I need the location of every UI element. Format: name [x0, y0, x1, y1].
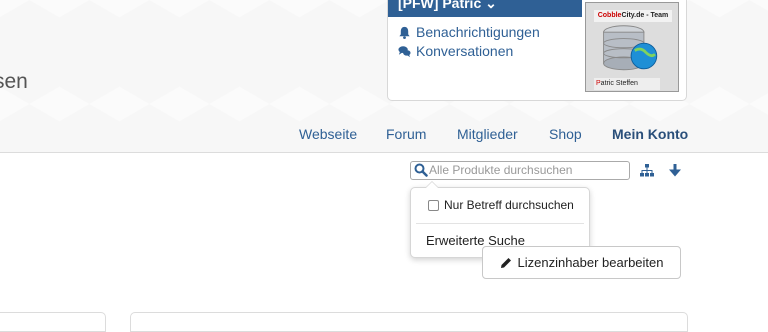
content-panel-right — [130, 312, 688, 332]
avatar[interactable]: CobbleCity.de - Team Patric Steffen — [583, 0, 685, 99]
edit-licensee-label: Lizenzinhaber bearbeiten — [517, 255, 664, 270]
chevron-down-icon: ⌄ — [485, 0, 497, 11]
site-title: sen — [0, 70, 28, 93]
edit-licensee-button[interactable]: Lizenzinhaber bearbeiten — [482, 246, 681, 279]
title-only-label[interactable]: Nur Betreff durchsuchen — [444, 198, 574, 212]
user-panel: [PFW] Patric ⌄ Benachrichtigungen Konver… — [387, 0, 687, 101]
notifications-label: Benachrichtigungen — [416, 24, 540, 40]
avatar-name: Patric Steffen — [594, 78, 660, 90]
avatar-banner: CobbleCity.de - Team — [594, 10, 672, 22]
dropdown-divider — [416, 223, 584, 224]
user-menu-toggle[interactable]: [PFW] Patric ⌄ — [388, 0, 582, 17]
tab-shop[interactable]: Shop — [549, 126, 582, 142]
notifications-link[interactable]: Benachrichtigungen — [398, 24, 540, 40]
pencil-icon — [500, 257, 511, 268]
search-input[interactable]: Alle Produkte durchsuchen — [410, 161, 630, 180]
tab-mitglieder[interactable]: Mitglieder — [457, 126, 518, 142]
tab-mein-konto[interactable]: Mein Konto — [612, 126, 688, 142]
comments-icon — [398, 45, 411, 57]
title-only-checkbox[interactable] — [428, 200, 439, 211]
tab-forum[interactable]: Forum — [386, 126, 426, 142]
search-icon[interactable] — [414, 163, 428, 177]
content-panel-left — [0, 312, 106, 332]
arrow-down-icon[interactable] — [669, 164, 681, 177]
sitemap-icon[interactable] — [640, 164, 654, 177]
database-globe-icon — [603, 25, 658, 71]
bell-icon — [399, 26, 410, 39]
username: [PFW] Patric — [398, 0, 482, 11]
dropdown-caret — [425, 181, 439, 188]
avatar-image: CobbleCity.de - Team Patric Steffen — [585, 2, 679, 92]
conversations-link[interactable]: Konversationen — [398, 43, 513, 59]
conversations-label: Konversationen — [416, 43, 514, 59]
tab-webseite[interactable]: Webseite — [299, 126, 357, 142]
